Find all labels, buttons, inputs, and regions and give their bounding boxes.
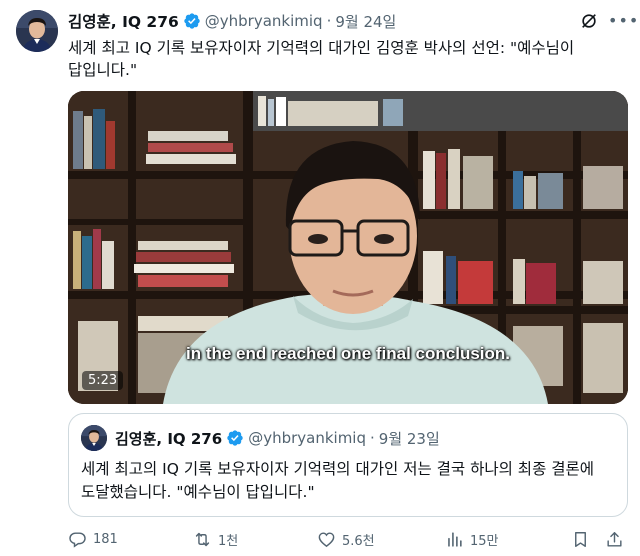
author-avatar[interactable]: [16, 10, 58, 52]
share-icon: [607, 531, 622, 547]
grok-icon[interactable]: [580, 12, 598, 30]
retweet-icon: [195, 532, 210, 546]
separator-dot: ·: [370, 429, 375, 447]
video-player[interactable]: in the end reached one final conclusion.…: [68, 91, 628, 404]
quoted-author-avatar: [81, 425, 107, 451]
share-button[interactable]: [605, 526, 624, 552]
quoted-tweet-date: 9월 23일: [378, 429, 440, 448]
tweet-date[interactable]: 9월 24일: [335, 11, 396, 32]
tweet-header: 김영훈, IQ 276 @yhbryankimiq · 9월 24일: [68, 10, 396, 32]
tweet-text: 세계 최고 IQ 기록 보유자이자 기억력의 대가인 김영훈 박사의 선언: "…: [68, 39, 575, 79]
verified-badge-icon: [183, 12, 201, 30]
views-button[interactable]: 15만: [445, 526, 499, 552]
quoted-author-handle: @yhbryankimiq: [248, 429, 366, 447]
views-count: 15만: [470, 533, 499, 549]
quoted-tweet-text: 세계 최고의 IQ 기록 보유자이자 기억력의 대가인 저는 결국 하나의 최종…: [81, 460, 595, 501]
author-handle[interactable]: @yhbryankimiq: [205, 12, 323, 30]
tweet-actions: 181 1천 5.6천 15만: [68, 526, 628, 552]
bookmark-button[interactable]: [571, 526, 590, 552]
quoted-author-name: 김영훈, IQ 276: [115, 429, 223, 448]
like-count: 5.6천: [342, 533, 375, 549]
reply-icon: [69, 531, 86, 548]
reply-button[interactable]: 181: [68, 526, 118, 552]
like-button[interactable]: 5.6천: [317, 526, 375, 552]
author-name[interactable]: 김영훈, IQ 276: [68, 10, 179, 32]
verified-badge-icon: [226, 429, 244, 447]
quoted-tweet[interactable]: 김영훈, IQ 276 @yhbryankimiq · 9월 23일 세계 최고…: [68, 413, 628, 517]
quoted-tweet-header: 김영훈, IQ 276 @yhbryankimiq · 9월 23일: [115, 426, 440, 450]
reply-count: 181: [93, 531, 118, 547]
views-icon: [448, 531, 462, 547]
separator-dot: ·: [326, 12, 332, 30]
like-icon: [318, 531, 335, 547]
retweet-button[interactable]: 1천: [193, 526, 238, 552]
video-duration: 5:23: [82, 371, 124, 390]
more-icon[interactable]: •••: [608, 12, 638, 30]
video-caption: in the end reached one final conclusion.: [186, 344, 510, 363]
retweet-count: 1천: [218, 533, 239, 549]
bookmark-icon: [575, 531, 586, 547]
